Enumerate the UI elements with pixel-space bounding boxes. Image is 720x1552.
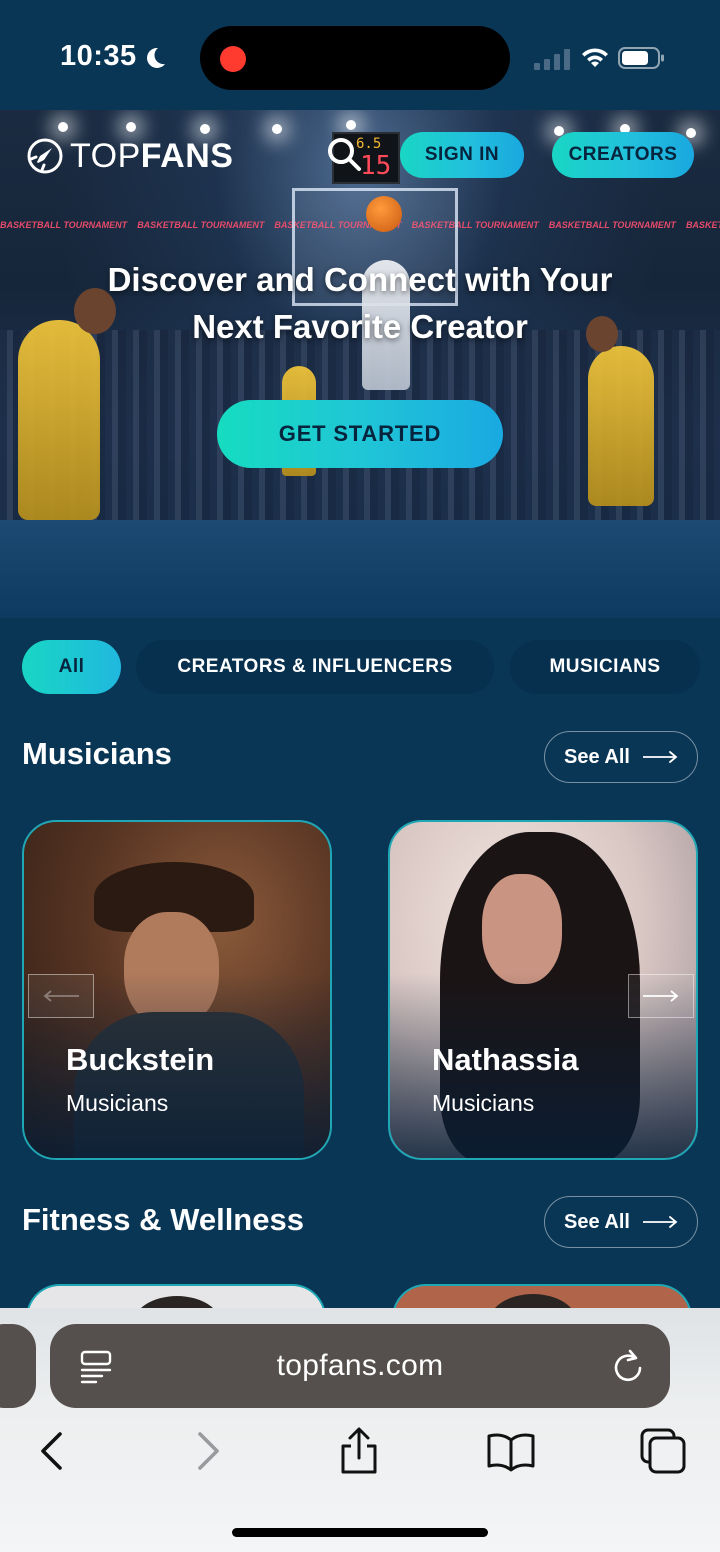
arrow-left-icon <box>43 990 79 1002</box>
fitness-see-all-button[interactable]: See All <box>544 1196 698 1248</box>
brand-name: TOPFANS <box>70 136 234 175</box>
topfans-logo[interactable]: TOPFANS <box>26 136 233 176</box>
dynamic-island <box>200 26 510 90</box>
battery-icon <box>618 47 664 69</box>
sign-in-button[interactable]: SIGN IN <box>400 132 524 178</box>
player-right <box>588 346 654 506</box>
carousel-next-button[interactable] <box>628 974 694 1018</box>
creator-name: Nathassia <box>432 1042 579 1077</box>
tab-all[interactable]: All <box>22 640 121 694</box>
status-time: 10:35 <box>60 40 137 72</box>
tab-creators-influencers[interactable]: CREATORS & INFLUENCERS <box>136 640 494 694</box>
creator-name: Buckstein <box>66 1042 215 1077</box>
arrow-right-icon <box>643 1216 678 1228</box>
previous-tab-preview[interactable] <box>0 1324 36 1408</box>
see-all-label: See All <box>564 745 630 768</box>
player-left <box>18 320 100 520</box>
creator-category: Musicians <box>432 1090 535 1116</box>
get-started-button[interactable]: GET STARTED <box>217 400 503 468</box>
share-icon[interactable] <box>334 1426 384 1476</box>
musicians-see-all-button[interactable]: See All <box>544 731 698 783</box>
reader-icon[interactable] <box>78 1348 114 1384</box>
creator-card-nathassia[interactable]: Nathassia Musicians <box>388 820 698 1160</box>
section-title-fitness: Fitness & Wellness <box>22 1202 304 1237</box>
status-bar: 10:35 <box>0 0 720 110</box>
see-all-label: See All <box>564 1210 630 1233</box>
rocket-logo-icon <box>27 138 63 174</box>
carousel-prev-button[interactable] <box>28 974 94 1018</box>
creator-card-buckstein[interactable]: Buckstein Musicians <box>22 820 332 1160</box>
category-tabs: All CREATORS & INFLUENCERS MUSICIANS <box>0 640 720 696</box>
section-title-musicians: Musicians <box>22 736 172 771</box>
arrow-right-icon <box>643 751 678 763</box>
creator-category: Musicians <box>66 1090 169 1116</box>
browser-toolbar: topfans.com <box>0 1308 720 1552</box>
address-bar[interactable]: topfans.com <box>50 1324 670 1408</box>
forward-icon[interactable] <box>182 1426 232 1476</box>
bookmarks-icon[interactable] <box>486 1426 536 1476</box>
search-icon[interactable] <box>324 134 364 174</box>
basketball <box>366 196 402 232</box>
back-icon[interactable] <box>28 1426 78 1476</box>
arrow-right-icon <box>643 990 679 1002</box>
court-floor <box>0 520 720 618</box>
creator-photo-face <box>482 874 562 984</box>
tabs-icon[interactable] <box>638 1426 688 1476</box>
cellular-signal-icon <box>534 49 570 70</box>
recording-indicator-icon <box>220 46 246 72</box>
wifi-icon <box>582 48 608 67</box>
hero-banner: BASKETBALL TOURNAMENT BASKETBALL TOURNAM… <box>0 110 720 618</box>
moon-icon <box>147 47 165 68</box>
hero-headline: Discover and Connect with Your Next Favo… <box>107 261 613 345</box>
url-text: topfans.com <box>276 1349 444 1382</box>
tab-musicians[interactable]: MUSICIANS <box>510 640 700 694</box>
home-indicator[interactable] <box>232 1528 488 1537</box>
reload-icon[interactable] <box>612 1348 646 1384</box>
creators-button[interactable]: CREATORS <box>552 132 694 178</box>
